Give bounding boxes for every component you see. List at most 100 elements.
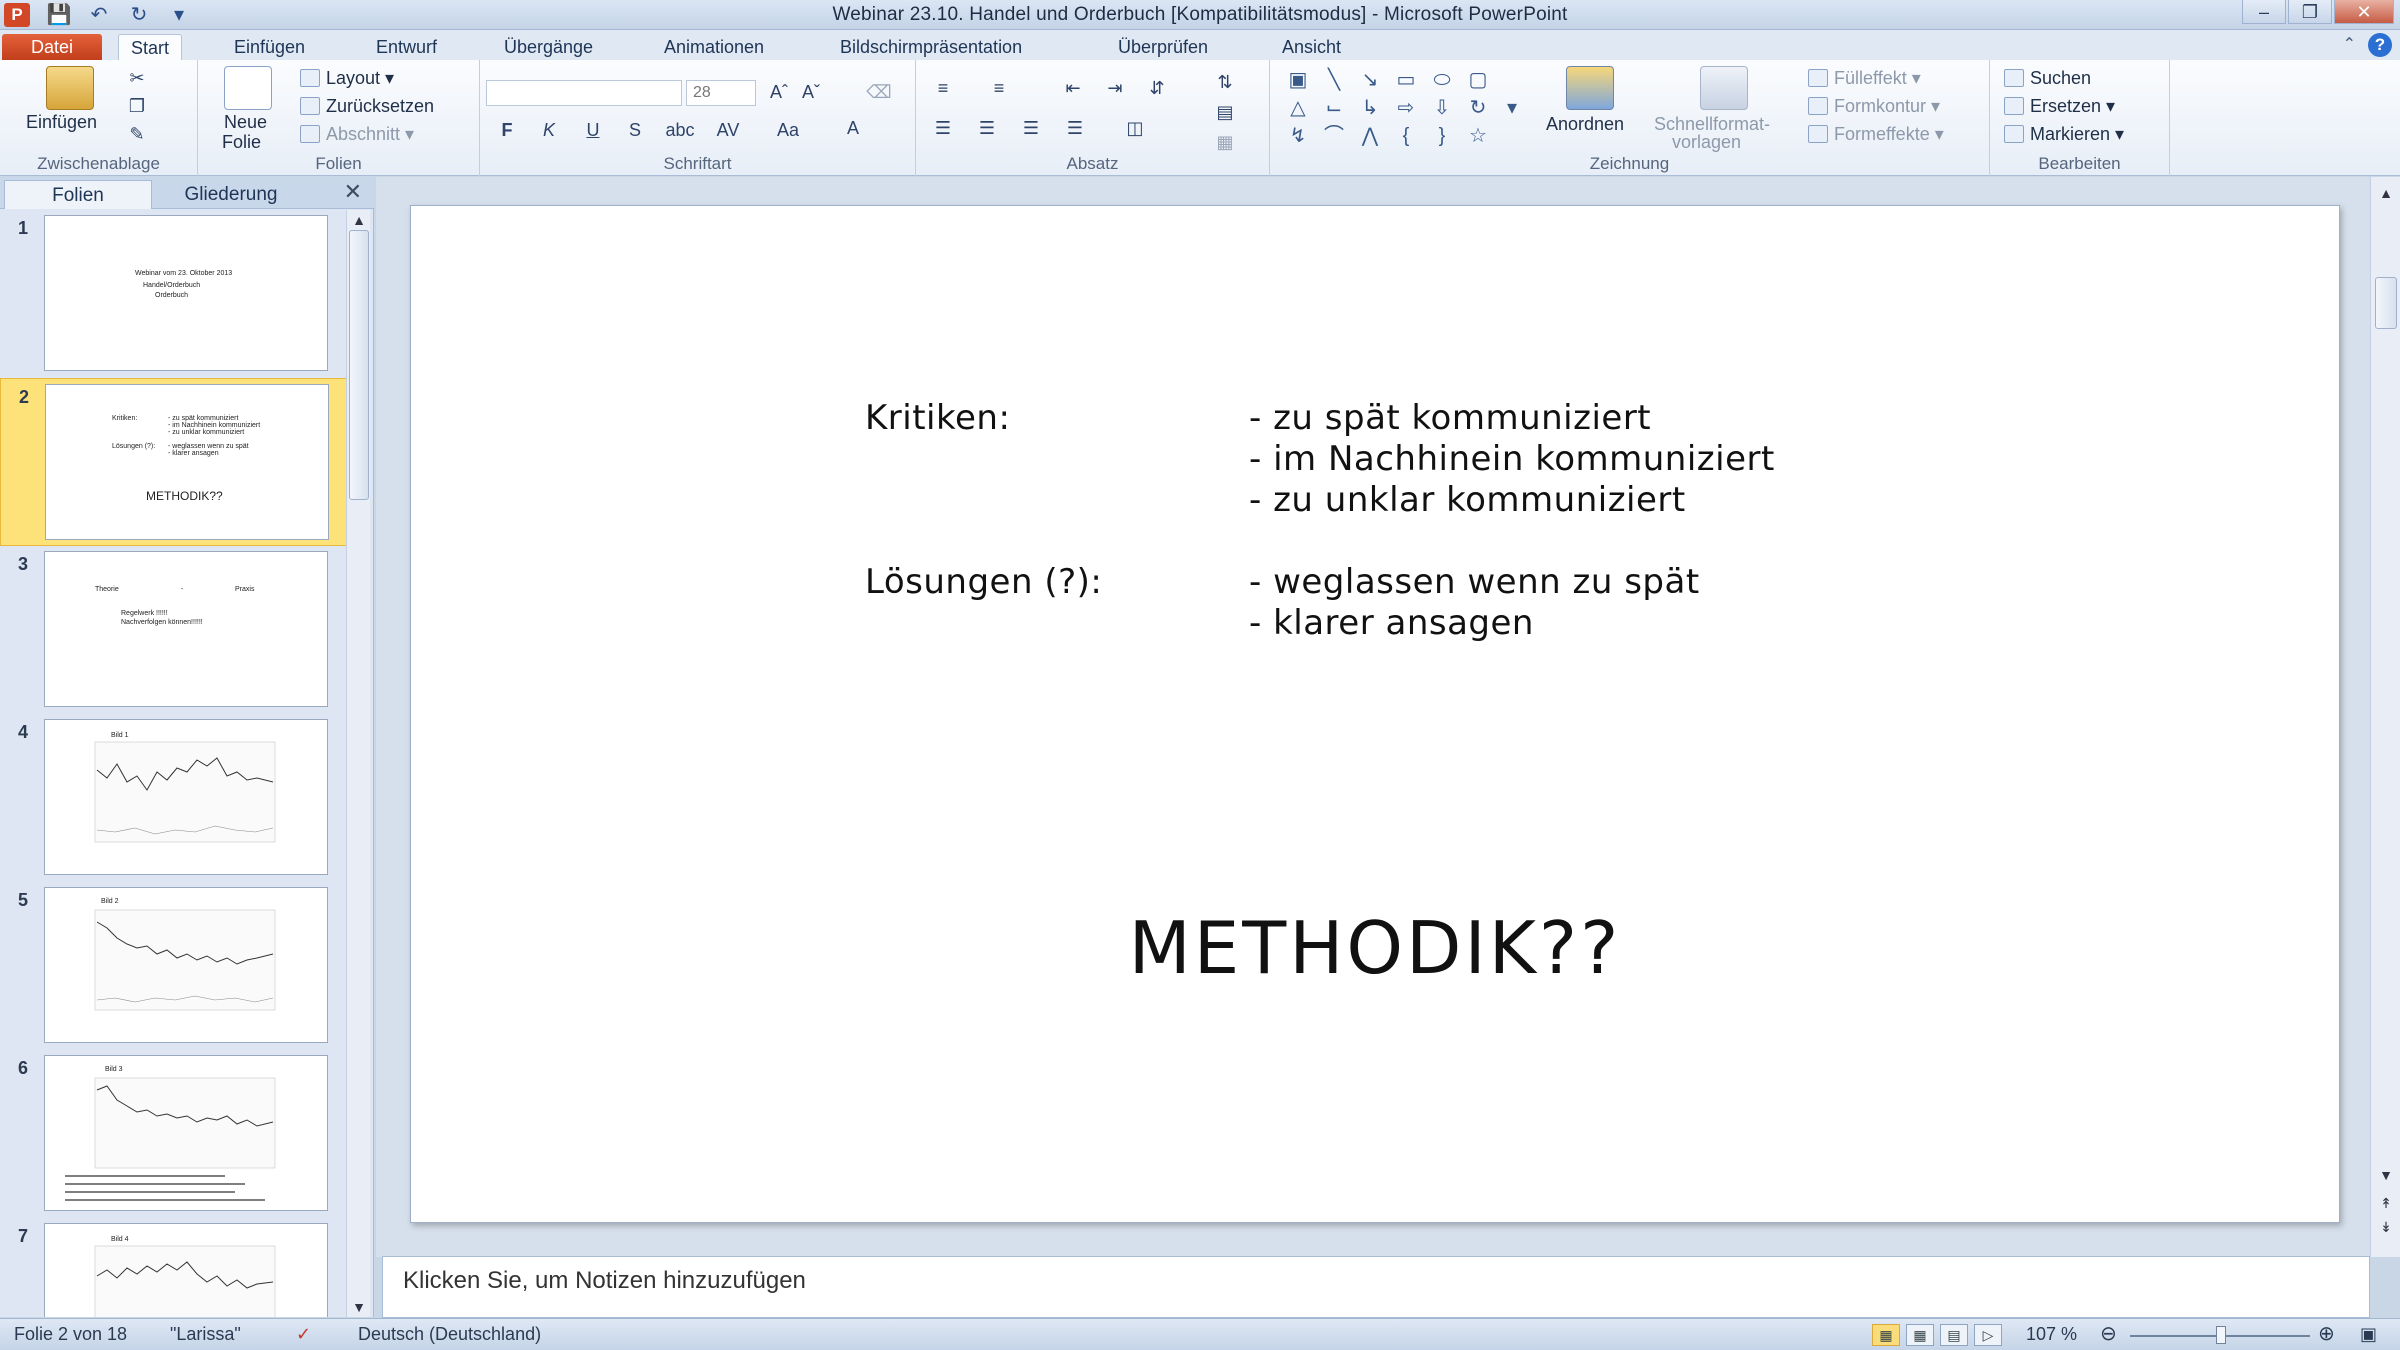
text-direction-icon[interactable]: ⇅ [1212,70,1238,94]
notes-pane[interactable]: Klicken Sie, um Notizen hinzuzufügen [382,1256,2370,1318]
slide-headline[interactable]: METHODIK?? [411,906,2339,990]
shape-effects-button[interactable]: Formeffekte ▾ [1808,124,1944,145]
lightning-shape-icon[interactable]: ↯ [1284,124,1312,148]
rounded-rect-shape-icon[interactable]: ▢ [1464,68,1492,92]
thumbnail-slide-2[interactable]: 2 Kritiken: - zu spät kommuniziert - im … [0,378,350,546]
triangle-shape-icon[interactable]: △ [1284,96,1312,120]
tab-outline-pane[interactable]: Gliederung [156,180,306,209]
star-shape-icon[interactable]: ☆ [1464,124,1492,148]
align-text-icon[interactable]: ▤ [1212,100,1238,124]
shrink-font-icon[interactable]: Aˇ [798,80,824,104]
cut-icon[interactable]: ✂ [124,66,150,90]
copy-icon[interactable]: ❐ [124,94,150,118]
find-button[interactable]: Suchen [2004,68,2091,89]
zoom-slider-knob[interactable] [2216,1326,2226,1344]
tab-file[interactable]: Datei [2,34,102,60]
kritiken-item-1[interactable]: - zu spät kommuniziert [1249,398,1651,438]
format-painter-icon[interactable]: ✎ [124,122,150,146]
kritiken-label[interactable]: Kritiken: [865,398,1010,438]
loesungen-item-2[interactable]: - klarer ansagen [1249,603,1534,643]
slide-canvas[interactable]: Kritiken: - zu spät kommuniziert - im Na… [410,205,2340,1223]
kritiken-item-3[interactable]: - zu unklar kommuniziert [1249,480,1686,520]
reading-view-icon[interactable]: ▤ [1940,1324,1968,1346]
previous-slide-icon[interactable]: ↟ [2371,1195,2400,1212]
change-case-button[interactable]: Aa [770,118,806,142]
tab-design[interactable]: Entwurf [364,34,449,60]
textbox-shape-icon[interactable]: ▣ [1284,68,1312,92]
thumbnail-slide-7[interactable]: 7 Bild 4 [0,1218,350,1317]
tab-view[interactable]: Ansicht [1270,34,1353,60]
thumbnail-slide-5[interactable]: 5 Bild 2 [0,882,350,1050]
notes-placeholder[interactable]: Klicken Sie, um Notizen hinzuzufügen [403,1267,806,1295]
grow-font-icon[interactable]: Aˆ [766,80,792,104]
tab-slides-pane[interactable]: Folien [4,180,152,209]
next-slide-icon[interactable]: ↡ [2371,1219,2400,1236]
zoom-level[interactable]: 107 % [2026,1324,2077,1345]
more-shapes-icon[interactable]: ▾ [1498,96,1526,120]
left-brace-shape-icon[interactable]: { [1392,124,1420,148]
scroll-down-icon[interactable]: ▼ [2371,1167,2400,1183]
reset-button[interactable]: Zurücksetzen [300,96,434,117]
ribbon-minimize-icon[interactable]: ⌃ [2343,34,2356,54]
smartart-icon[interactable]: ▦ [1212,130,1238,154]
restore-button[interactable]: ❐ [2288,0,2332,24]
rectangle-shape-icon[interactable]: ▭ [1392,68,1420,92]
slideshow-view-icon[interactable]: ▷ [1974,1324,2002,1346]
thumbnail-slide-3[interactable]: 3 Theorie - Praxis Regelwerk !!!!!! Nach… [0,546,350,714]
paste-button[interactable]: Einfügen [26,112,97,133]
decrease-indent-icon[interactable]: ⇤ [1060,76,1086,100]
loesungen-item-1[interactable]: - weglassen wenn zu spät [1249,562,1700,602]
char-spacing-button[interactable]: AV [710,118,746,142]
tab-animations[interactable]: Animationen [652,34,776,60]
strikethrough-button[interactable]: S [622,118,648,142]
line-shape-icon[interactable]: ╲ [1320,68,1348,92]
normal-view-icon[interactable]: ▦ [1872,1324,1900,1346]
clear-format-icon[interactable]: ⌫ [866,80,892,104]
curve-shape-icon[interactable]: ⌒ [1320,124,1348,148]
close-button[interactable]: ✕ [2334,0,2394,24]
paste-icon[interactable] [46,66,94,110]
bold-button[interactable]: F [494,118,520,142]
zoom-out-icon[interactable]: ⊖ [2100,1321,2117,1346]
font-color-button[interactable]: A [840,116,866,140]
shape-fill-button[interactable]: Fülleffekt ▾ [1808,68,1921,89]
thumbnail-slide-4[interactable]: 4 Bild 1 [0,714,350,882]
loesungen-label[interactable]: Lösungen (?): [865,562,1102,602]
right-brace-shape-icon[interactable]: } [1428,124,1456,148]
numbering-icon[interactable]: ≡ [986,76,1012,100]
font-size-dropdown[interactable]: 28 [686,80,756,106]
scrollbar-thumb[interactable] [2375,277,2397,329]
line-spacing-icon[interactable]: ⇵ [1144,76,1170,100]
font-name-dropdown[interactable] [486,80,682,106]
zoom-in-icon[interactable]: ⊕ [2318,1321,2335,1346]
right-arrow-shape-icon[interactable]: ⇨ [1392,96,1420,120]
columns-icon[interactable]: ◫ [1122,116,1148,140]
thumbnail-slide-1[interactable]: 1 Webinar vom 23. Oktober 2013 Handel/Or… [0,210,350,378]
new-slide-icon[interactable] [224,66,272,110]
tab-transitions[interactable]: Übergänge [492,34,605,60]
help-icon[interactable]: ? [2368,33,2392,57]
underline-button[interactable]: U [580,118,606,142]
theme-name[interactable]: "Larissa" [170,1324,241,1345]
new-slide-label-2[interactable]: Folie [222,132,261,153]
oval-shape-icon[interactable]: ⬭ [1428,68,1456,92]
quick-styles-icon[interactable] [1700,66,1748,110]
align-left-icon[interactable]: ☰ [930,116,956,140]
section-button[interactable]: Abschnitt ▾ [300,124,414,145]
justify-icon[interactable]: ☰ [1062,116,1088,140]
scroll-down-icon[interactable]: ▼ [347,1299,371,1315]
scroll-up-icon[interactable]: ▲ [2371,185,2400,201]
shape-outline-button[interactable]: Formkontur ▾ [1808,96,1940,117]
editor-scrollbar[interactable]: ▲ ▼ ↟ ↡ [2370,177,2400,1257]
tab-review[interactable]: Überprüfen [1106,34,1220,60]
scroll-up-icon[interactable]: ▲ [347,212,371,228]
arrow-line-shape-icon[interactable]: ↘ [1356,68,1384,92]
slide-sorter-icon[interactable]: ▦ [1906,1324,1934,1346]
align-center-icon[interactable]: ☰ [974,116,1000,140]
kritiken-item-2[interactable]: - im Nachhinein kommuniziert [1249,439,1775,479]
italic-button[interactable]: K [536,118,562,142]
scrollbar-thumb[interactable] [349,230,369,500]
spellcheck-icon[interactable]: ✓ [296,1324,311,1345]
elbow-arrow-shape-icon[interactable]: ↳ [1356,96,1384,120]
down-arrow-shape-icon[interactable]: ⇩ [1428,96,1456,120]
